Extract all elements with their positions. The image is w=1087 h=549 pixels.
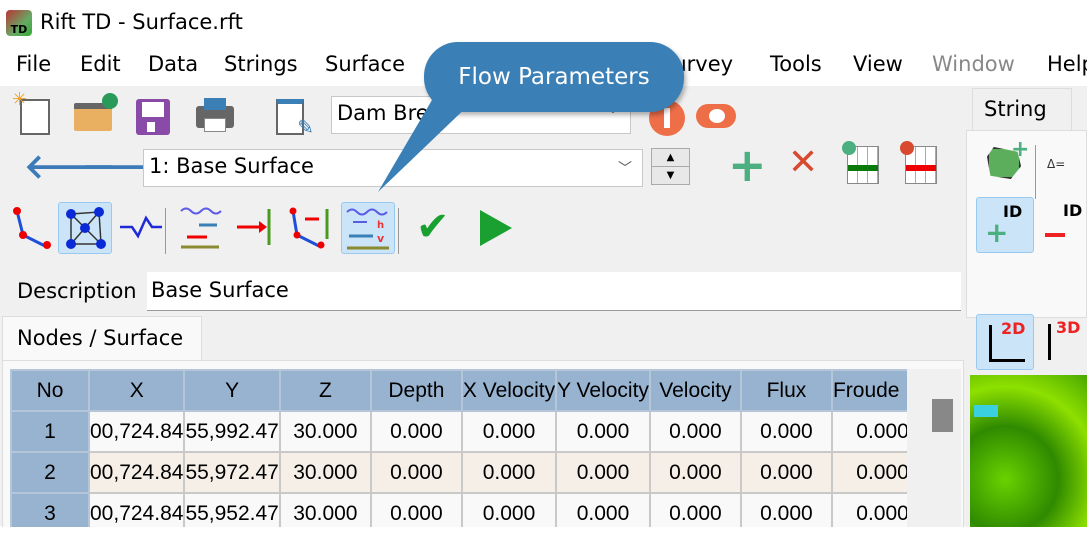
remove-id-label: ID bbox=[1063, 201, 1083, 220]
add-surface-icon[interactable]: + bbox=[728, 138, 767, 192]
tab-nodes-surface[interactable]: Nodes / Surface bbox=[2, 316, 202, 361]
plus-icon: + bbox=[1011, 137, 1030, 162]
table-cell[interactable]: 2 bbox=[10, 451, 90, 494]
col-header-velocity[interactable]: Velocity bbox=[648, 369, 742, 412]
table-cell[interactable]: 0.000 bbox=[648, 451, 742, 494]
delete-surface-icon[interactable]: ✕ bbox=[788, 142, 818, 183]
table-header-row: No X Y Z Depth X Velocity Y Velocity Vel… bbox=[10, 369, 935, 412]
polyline-string-icon[interactable] bbox=[6, 202, 56, 252]
table-row[interactable]: 1 00,724.84 55,992.47 30.000 0.000 0.000 0.000… bbox=[10, 410, 935, 453]
menu-window: Window bbox=[932, 52, 1015, 76]
description-input[interactable]: Base Surface bbox=[147, 272, 961, 311]
menu-edit[interactable]: Edit bbox=[80, 52, 121, 76]
view-2d-button[interactable]: 2D bbox=[976, 314, 1034, 370]
nodes-table: No X Y Z Depth X Velocity Y Velocity Vel… bbox=[10, 369, 935, 535]
window-title: Rift TD - Surface.rft bbox=[40, 10, 243, 34]
title-bar: TD Rift TD - Surface.rft bbox=[0, 0, 1087, 46]
flow-parameters-icon[interactable]: hv bbox=[341, 202, 395, 254]
col-header-y[interactable]: Y bbox=[183, 369, 281, 412]
col-header-flux[interactable]: Flux bbox=[739, 369, 833, 412]
table-cell[interactable]: 30.000 bbox=[278, 410, 372, 453]
delete-row-icon[interactable] bbox=[900, 141, 937, 184]
menu-data[interactable]: Data bbox=[148, 52, 198, 76]
spin-down-icon[interactable]: ▼ bbox=[652, 167, 689, 184]
remove-id-button[interactable]: ID bbox=[1045, 201, 1087, 251]
app-icon: TD bbox=[6, 10, 32, 36]
spin-up-icon[interactable]: ▲ bbox=[652, 149, 689, 167]
table-cell[interactable]: 0.000 bbox=[555, 410, 651, 453]
table-row[interactable]: 2 00,724.84 55,972.47 30.000 0.000 0.000 0.000… bbox=[10, 451, 935, 494]
plus-icon: + bbox=[985, 216, 1009, 249]
table-cell[interactable]: 55,992.47 bbox=[183, 410, 281, 453]
main-panel: ✳ ✎ Dam Break ﹀ 🡐 🡒 1: Base Surface ﹀ ▲ ▼ … bbox=[0, 86, 966, 535]
table-cell[interactable]: 0.000 bbox=[555, 451, 651, 494]
table-cell[interactable]: 0.000 bbox=[460, 451, 558, 494]
view-2d-label: 2D bbox=[1001, 319, 1026, 338]
menu-help[interactable]: Help bbox=[1047, 52, 1087, 76]
open-folder-icon[interactable] bbox=[68, 92, 118, 142]
profile-icon[interactable] bbox=[115, 202, 165, 252]
check-icon[interactable]: ✔ bbox=[416, 204, 450, 250]
menu-tools[interactable]: Tools bbox=[770, 52, 822, 76]
svg-text:h: h bbox=[377, 220, 384, 231]
axes-icon bbox=[989, 325, 992, 361]
col-header-no[interactable]: No bbox=[10, 369, 90, 412]
table-cell[interactable]: 0.000 bbox=[369, 451, 463, 494]
svg-text:v: v bbox=[377, 232, 385, 245]
col-header-depth[interactable]: Depth bbox=[369, 369, 463, 412]
minus-icon bbox=[1045, 233, 1065, 237]
col-header-y-velocity[interactable]: Y Velocity bbox=[555, 369, 651, 412]
table-cell[interactable]: 55,972.47 bbox=[183, 451, 281, 494]
table-scrollbar[interactable] bbox=[907, 369, 961, 529]
table-cell[interactable]: 00,724.84 bbox=[87, 451, 186, 494]
table-cell[interactable]: 0.000 bbox=[369, 410, 463, 453]
tab-string[interactable]: String bbox=[972, 88, 1072, 130]
run-icon[interactable] bbox=[480, 210, 512, 246]
chevron-down-icon: ﹀ bbox=[618, 161, 632, 177]
table-cell[interactable]: 0.000 bbox=[648, 410, 742, 453]
terrain-view[interactable] bbox=[970, 375, 1087, 549]
table-cell[interactable]: 00,724.84 bbox=[87, 410, 186, 453]
col-header-x[interactable]: X bbox=[87, 369, 186, 412]
inflow-outflow-icon[interactable] bbox=[176, 202, 226, 252]
torn-edge bbox=[0, 527, 1087, 549]
table-cell[interactable]: 0.000 bbox=[739, 410, 833, 453]
right-panel: String + Δ= ID + ID 2D 3D bbox=[966, 86, 1087, 549]
surface-select-value: 1: Base Surface bbox=[149, 154, 314, 178]
description-label: Description bbox=[17, 279, 137, 303]
surface-spinner[interactable]: ▲ ▼ bbox=[651, 148, 690, 185]
print-icon[interactable] bbox=[190, 92, 240, 142]
table-cell[interactable]: 1 bbox=[10, 410, 90, 453]
add-id-button[interactable]: ID + bbox=[976, 197, 1034, 253]
col-header-x-velocity[interactable]: X Velocity bbox=[460, 369, 558, 412]
string-boundary-icon[interactable] bbox=[284, 202, 334, 252]
menu-file[interactable]: File bbox=[16, 52, 51, 76]
new-file-icon[interactable]: ✳ bbox=[10, 89, 60, 142]
menu-strings[interactable]: Strings bbox=[224, 52, 298, 76]
string-tools: + Δ= ID + ID bbox=[966, 130, 1087, 318]
view-3d-label: 3D bbox=[1056, 318, 1081, 337]
boundary-flow-icon[interactable] bbox=[228, 202, 278, 252]
axes-3d-icon bbox=[1048, 324, 1051, 360]
report-edit-icon[interactable]: ✎ bbox=[265, 92, 315, 142]
callout-pointer bbox=[378, 100, 474, 192]
table-cell[interactable]: 30.000 bbox=[278, 451, 372, 494]
view-3d-button[interactable]: 3D bbox=[1042, 314, 1087, 370]
label-node-icon[interactable]: Δ= bbox=[1047, 157, 1065, 171]
scrollbar-thumb[interactable] bbox=[932, 399, 953, 432]
toggle-icon[interactable] bbox=[696, 104, 736, 128]
surface-mesh-icon[interactable] bbox=[58, 202, 112, 254]
col-header-z[interactable]: Z bbox=[278, 369, 372, 412]
table-cell[interactable]: 0.000 bbox=[739, 451, 833, 494]
menu-view[interactable]: View bbox=[853, 52, 903, 76]
insert-row-icon[interactable] bbox=[842, 141, 879, 184]
save-icon[interactable] bbox=[128, 92, 178, 142]
menu-surface[interactable]: Surface bbox=[325, 52, 405, 76]
table-cell[interactable]: 0.000 bbox=[460, 410, 558, 453]
